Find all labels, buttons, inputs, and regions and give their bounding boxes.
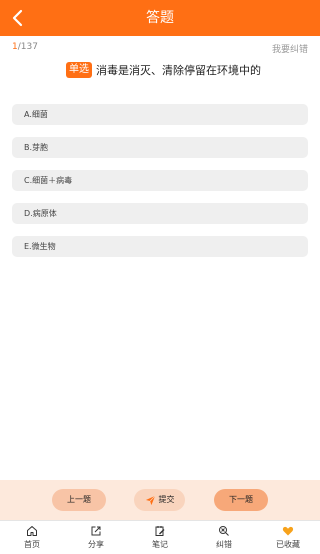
- option-a[interactable]: A.细菌: [12, 104, 308, 125]
- option-d[interactable]: D.病原体: [12, 203, 308, 224]
- tab-home[interactable]: 首页: [0, 521, 64, 554]
- bottom-tab-bar: 首页 分享 笔记 纠错 已收藏: [0, 520, 320, 554]
- tab-label-notes: 笔记: [152, 540, 168, 549]
- tab-label-favorites: 已收藏: [276, 540, 300, 549]
- total-count: /137: [17, 42, 38, 52]
- tab-share[interactable]: 分享: [64, 521, 128, 554]
- heart-icon: [282, 526, 294, 536]
- paper-plane-icon: [145, 495, 155, 505]
- action-bar: 上一题 提交 下一题: [0, 480, 320, 520]
- next-question-button[interactable]: 下一题: [214, 489, 268, 511]
- submit-button[interactable]: 提交: [134, 489, 185, 511]
- tab-label-share: 分享: [88, 540, 104, 549]
- error-search-icon: [219, 526, 229, 536]
- tab-favorites[interactable]: 已收藏: [256, 521, 320, 554]
- option-list: A.细菌 B.芽胞 C.细菌＋病毒 D.病原体 E.微生物: [12, 104, 308, 269]
- option-b[interactable]: B.芽胞: [12, 137, 308, 158]
- tab-error-report[interactable]: 纠错: [192, 521, 256, 554]
- submit-label: 提交: [158, 495, 175, 504]
- notes-icon: [155, 526, 165, 536]
- header-bar: 答题: [0, 0, 320, 36]
- page-title: 答题: [146, 10, 174, 26]
- prev-question-button[interactable]: 上一题: [52, 489, 106, 511]
- tab-label-error: 纠错: [216, 540, 232, 549]
- share-icon: [91, 526, 101, 536]
- question-type-badge: 单选: [66, 62, 92, 78]
- question-stem: 单选 消毒是消灭、清除停留在环境中的: [66, 61, 310, 79]
- option-e[interactable]: E.微生物: [12, 236, 308, 257]
- question-counter: 1/137: [12, 42, 38, 52]
- home-icon: [27, 526, 37, 536]
- report-error-link[interactable]: 我要纠错: [272, 42, 308, 55]
- tab-notes[interactable]: 笔记: [128, 521, 192, 554]
- question-text: 消毒是消灭、清除停留在环境中的: [96, 64, 261, 77]
- option-c[interactable]: C.细菌＋病毒: [12, 170, 308, 191]
- tab-label-home: 首页: [24, 540, 40, 549]
- question-meta: 1/137 我要纠错: [12, 42, 308, 56]
